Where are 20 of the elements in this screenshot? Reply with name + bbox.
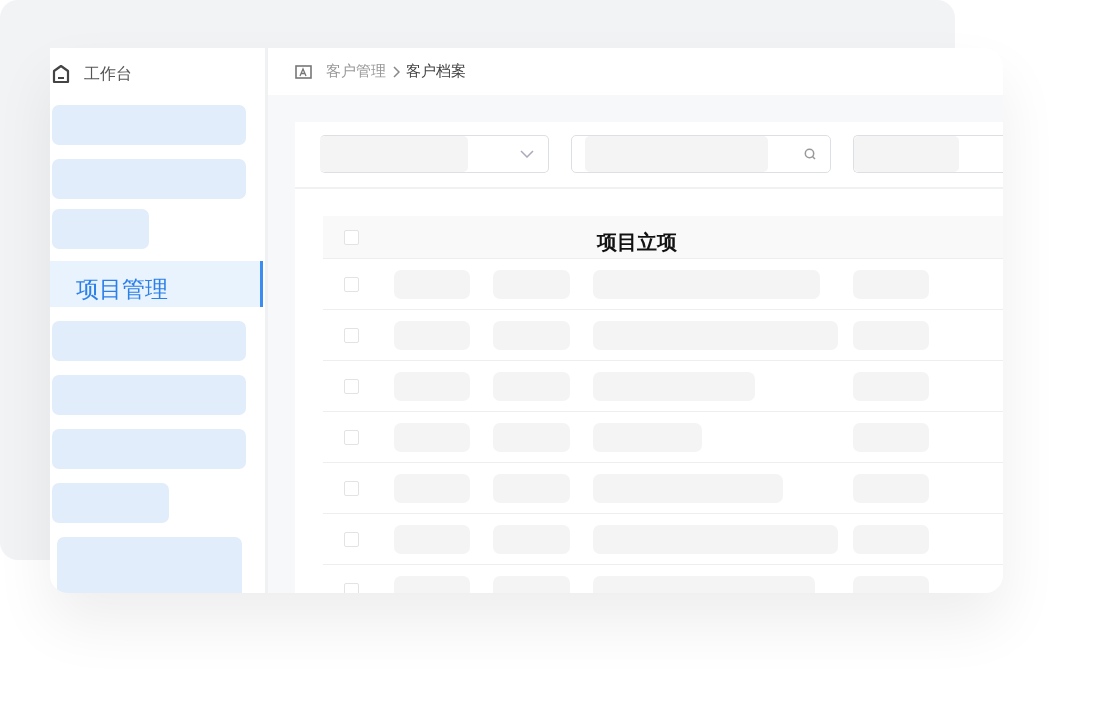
workbench-label[interactable]: 工作台 xyxy=(84,63,132,85)
checkbox[interactable] xyxy=(344,429,359,445)
search-field[interactable] xyxy=(571,135,831,173)
checkbox[interactable] xyxy=(344,480,359,496)
checkbox[interactable] xyxy=(344,229,359,245)
chevron-down-icon xyxy=(520,150,534,158)
checkbox[interactable] xyxy=(344,327,359,343)
checkbox[interactable] xyxy=(344,582,359,593)
table-title: 项目立项 xyxy=(597,229,677,256)
sidebar-item[interactable]: 项目管理 xyxy=(50,261,263,307)
input-field[interactable] xyxy=(853,135,1003,173)
home-icon xyxy=(52,64,70,84)
checkbox[interactable] xyxy=(344,531,359,547)
checkbox[interactable] xyxy=(344,378,359,394)
select-field[interactable] xyxy=(320,135,549,173)
chevron-right-icon xyxy=(392,65,400,78)
search-icon xyxy=(804,148,816,160)
picture-icon xyxy=(295,64,312,79)
breadcrumb-link[interactable]: 客户档案 xyxy=(406,62,466,81)
checkbox[interactable] xyxy=(344,276,359,292)
